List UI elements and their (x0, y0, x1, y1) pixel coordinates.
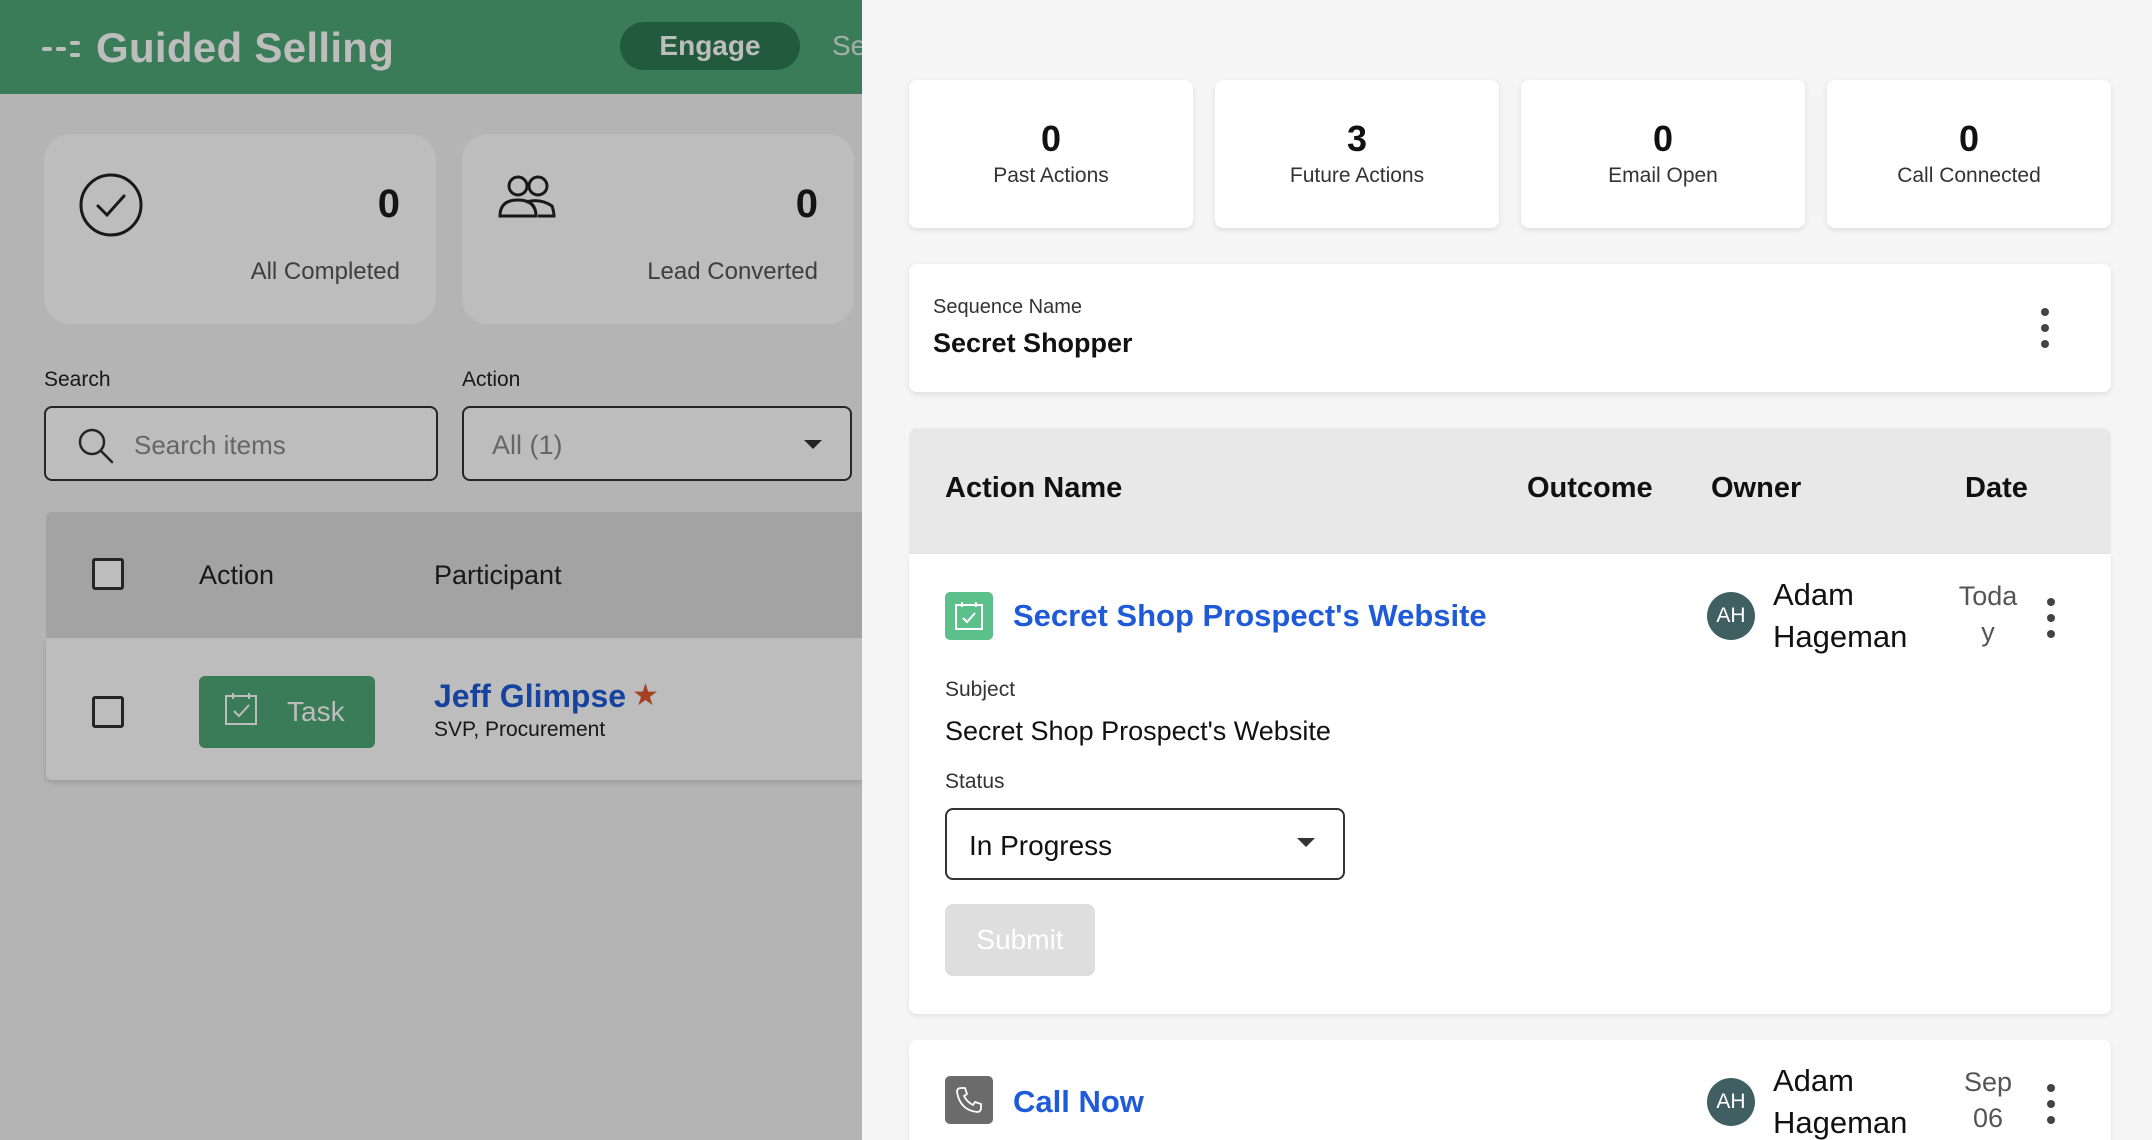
column-outcome: Outcome (1527, 472, 1653, 504)
action-more-icon[interactable] (2045, 1084, 2057, 1124)
sequence-card: Sequence Name Secret Shopper (909, 264, 2111, 392)
actions-table-header: Action Name Outcome Owner Date (909, 428, 2111, 554)
overlay-backdrop[interactable] (0, 0, 862, 1140)
date-line-1: Sep (1963, 1067, 2013, 1097)
owner-first-name: Adam (1773, 1063, 1854, 1098)
metric-value: 0 (1040, 118, 1062, 159)
phone-icon (945, 1076, 993, 1124)
owner-last-name: Hageman (1773, 1105, 1908, 1140)
action-date: Sep 06 (1953, 1064, 2023, 1136)
action-name-link[interactable]: Secret Shop Prospect's Website (1013, 598, 1487, 634)
owner-last-name: Hageman (1773, 619, 1908, 654)
subject-value: Secret Shop Prospect's Website (945, 716, 1331, 746)
action-date: Toda y (1953, 578, 2023, 650)
sequence-name: Secret Shopper (933, 328, 1133, 358)
action-item-task: Secret Shop Prospect's Website AH Adam H… (909, 554, 2111, 1014)
sequence-drawer: 0 Past Actions 3 Future Actions 0 Email … (862, 0, 2152, 1140)
metric-value: 0 (1958, 118, 1980, 159)
submit-button[interactable]: Submit (945, 904, 1095, 976)
metric-past-actions: 0 Past Actions (909, 80, 1193, 228)
metric-future-actions: 3 Future Actions (1215, 80, 1499, 228)
metric-email-open: 0 Email Open (1521, 80, 1805, 228)
date-line-2: 06 (1972, 1103, 2004, 1133)
task-check-icon (945, 592, 993, 640)
status-value: In Progress (969, 830, 1113, 861)
status-select[interactable]: In Progress (945, 808, 1345, 880)
status-label: Status (945, 770, 1005, 793)
metric-label: Past Actions (993, 164, 1109, 187)
column-action-name: Action Name (945, 472, 1123, 504)
avatar: AH (1707, 1078, 1755, 1126)
date-line-2: y (1981, 617, 1995, 647)
action-more-icon[interactable] (2045, 598, 2057, 638)
action-item-call: Call Now AH Adam Hageman Sep 06 (909, 1040, 2111, 1140)
action-name-link[interactable]: Call Now (1013, 1084, 1144, 1120)
metric-label: Email Open (1608, 164, 1718, 187)
subject-label: Subject (945, 678, 1016, 701)
owner-name: Adam Hageman (1773, 1060, 1923, 1140)
chevron-down-icon (1297, 838, 1315, 847)
avatar: AH (1707, 592, 1755, 640)
metric-label: Future Actions (1289, 164, 1425, 187)
column-owner: Owner (1711, 472, 1802, 504)
owner-first-name: Adam (1773, 577, 1854, 612)
owner-name: Adam Hageman (1773, 574, 1923, 658)
metric-value: 3 (1346, 118, 1368, 159)
metric-label: Call Connected (1897, 164, 2041, 187)
date-line-1: Toda (1958, 581, 2018, 611)
sequence-label: Sequence Name (933, 296, 1082, 318)
sequence-more-icon[interactable] (2039, 308, 2051, 348)
column-date: Date (1965, 472, 2028, 504)
metric-call-connected: 0 Call Connected (1827, 80, 2111, 228)
metric-value: 0 (1652, 118, 1674, 159)
